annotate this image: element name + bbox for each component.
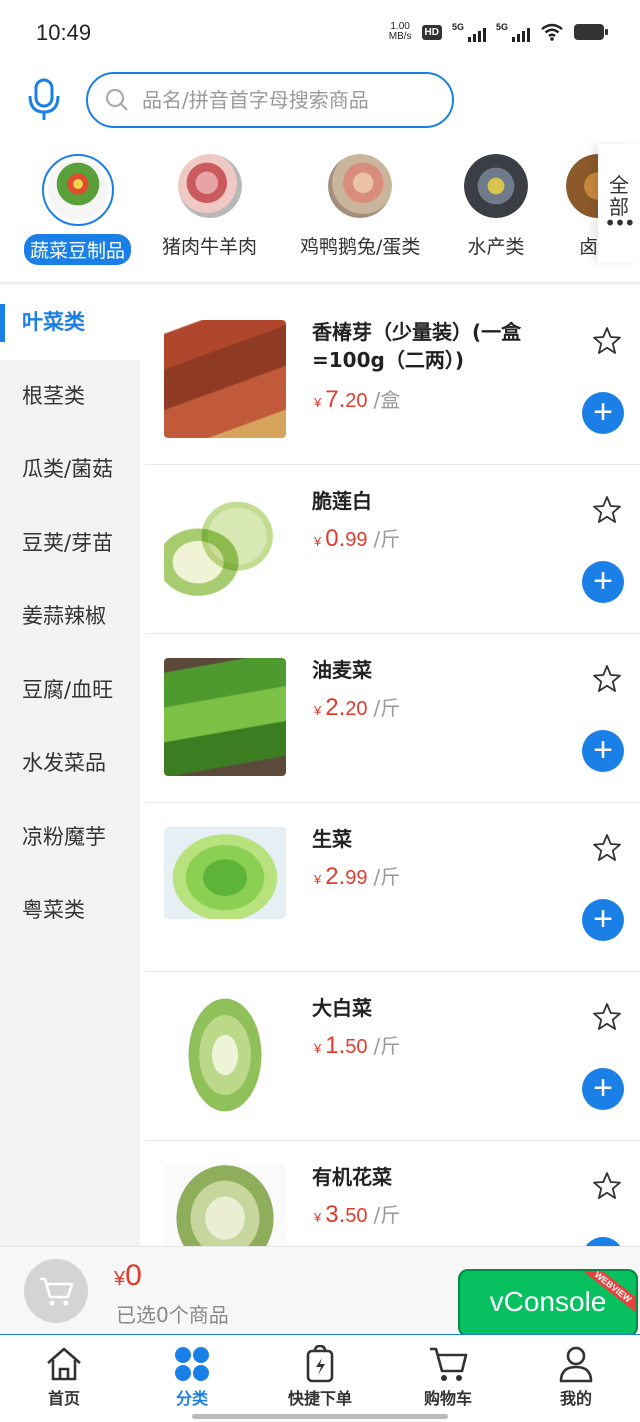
- category-strip: 蔬菜豆制品 猪肉牛羊肉 鸡鸭鹅兔/蛋类 水产类 卤制 全部 •••: [0, 140, 640, 282]
- add-to-cart-button[interactable]: +: [582, 392, 624, 434]
- signal-icon: 5G: [452, 22, 486, 42]
- category-image: [464, 154, 528, 218]
- product-item[interactable]: 大白菜 ¥1.50/斤 +: [146, 972, 640, 1141]
- category-image: [328, 154, 393, 218]
- search-icon: [105, 88, 128, 111]
- network-speed: 1.00 MB/s: [388, 21, 412, 42]
- sidebar-item-ginger-garlic-peppers[interactable]: 姜蒜辣椒: [0, 580, 140, 654]
- category-icon: [175, 1347, 209, 1381]
- hd-badge: HD: [421, 24, 442, 40]
- subcategory-sidebar: 叶菜类 根茎类 瓜类/菌菇 豆荚/芽苗 姜蒜辣椒 豆腐/血旺 水发菜品 凉粉魔芋…: [0, 286, 140, 1246]
- sidebar-item-leafy[interactable]: 叶菜类: [0, 286, 140, 360]
- product-name: 油麦菜: [312, 658, 372, 682]
- add-to-cart-button[interactable]: +: [582, 730, 624, 772]
- product-price: ¥1.50/斤: [314, 1032, 401, 1059]
- product-image: [164, 489, 286, 607]
- tab-home[interactable]: 首页: [0, 1335, 128, 1422]
- favorite-star-icon[interactable]: [592, 495, 622, 525]
- wifi-icon: [541, 23, 563, 41]
- home-indicator: [192, 1414, 448, 1419]
- search-box[interactable]: [86, 72, 454, 128]
- category-poultry-eggs[interactable]: 鸡鸭鹅兔/蛋类: [300, 154, 420, 259]
- favorite-star-icon[interactable]: [592, 326, 622, 356]
- product-name: 大白菜: [312, 996, 372, 1020]
- quick-order-icon: [306, 1345, 334, 1383]
- add-to-cart-button[interactable]: +: [582, 561, 624, 603]
- home-icon: [47, 1347, 81, 1381]
- cart-selected-count: 已选0个商品: [116, 1303, 229, 1327]
- product-item[interactable]: 香椿芽（少量装）(一盒=100g（二两）) ¥7.20/盒 +: [146, 296, 640, 465]
- product-name: 香椿芽（少量装）(一盒=100g（二两）): [312, 320, 522, 372]
- product-item[interactable]: 生菜 ¥2.99/斤 +: [146, 803, 640, 972]
- cart-icon: [430, 1347, 468, 1381]
- product-image: [164, 658, 286, 776]
- cart-summary-bar: ¥0 已选0个商品 vConsole WEBVIEW: [0, 1246, 640, 1337]
- search-row: [0, 64, 640, 140]
- product-image: [164, 996, 286, 1114]
- sidebar-item-soaked[interactable]: 水发菜品: [0, 727, 140, 801]
- sidebar-item-roots[interactable]: 根茎类: [0, 360, 140, 434]
- product-price: ¥0.99/斤: [314, 525, 401, 552]
- all-categories-button[interactable]: 全部 •••: [598, 144, 640, 262]
- signal-icon: 5G: [496, 22, 530, 42]
- add-to-cart-button[interactable]: +: [582, 1237, 624, 1246]
- battery-icon: [574, 24, 608, 40]
- product-image: [164, 1165, 286, 1246]
- cart-total: ¥0: [114, 1259, 142, 1292]
- product-item[interactable]: 油麦菜 ¥2.20/斤 +: [146, 634, 640, 803]
- favorite-star-icon[interactable]: [592, 664, 622, 694]
- product-image: [164, 320, 286, 438]
- sidebar-item-cantonese[interactable]: 粤菜类: [0, 874, 140, 948]
- sidebar-item-melons-mushrooms[interactable]: 瓜类/菌菇: [0, 433, 140, 507]
- favorite-star-icon[interactable]: [592, 1171, 622, 1201]
- category-image: [177, 154, 242, 218]
- product-price: ¥3.50/斤: [314, 1201, 401, 1228]
- tab-quick-order[interactable]: 快捷下单: [256, 1335, 384, 1422]
- product-price: ¥7.20/盒: [314, 386, 401, 413]
- product-item[interactable]: 有机花菜 ¥3.50/斤 +: [146, 1141, 640, 1246]
- search-input[interactable]: [142, 88, 422, 112]
- tab-category[interactable]: 分类: [128, 1335, 256, 1422]
- favorite-star-icon[interactable]: [592, 833, 622, 863]
- product-item[interactable]: 脆莲白 ¥0.99/斤 +: [146, 465, 640, 634]
- sidebar-item-tofu-blood[interactable]: 豆腐/血旺: [0, 654, 140, 728]
- user-icon: [559, 1346, 593, 1383]
- tab-cart[interactable]: 购物车: [384, 1335, 512, 1422]
- product-name: 生菜: [312, 827, 352, 851]
- vconsole-button[interactable]: vConsole WEBVIEW: [458, 1269, 638, 1337]
- category-pork-beef-lamb[interactable]: 猪肉牛羊肉: [162, 154, 257, 259]
- add-to-cart-button[interactable]: +: [582, 899, 624, 941]
- favorite-star-icon[interactable]: [592, 1002, 622, 1032]
- status-time: 10:49: [36, 20, 92, 45]
- microphone-icon: [28, 78, 60, 120]
- product-image: [164, 827, 286, 919]
- product-price: ¥2.20/斤: [314, 694, 401, 721]
- add-to-cart-button[interactable]: +: [582, 1068, 624, 1110]
- product-name: 有机花菜: [312, 1165, 392, 1189]
- status-bar: 10:49 1.00 MB/s HD 5G 5G: [0, 0, 640, 64]
- tab-profile[interactable]: 我的: [512, 1335, 640, 1422]
- sidebar-item-jelly-konjac[interactable]: 凉粉魔芋: [0, 801, 140, 875]
- category-image: [41, 154, 114, 226]
- cart-icon: [40, 1277, 74, 1306]
- cart-button[interactable]: [24, 1259, 88, 1323]
- category-seafood[interactable]: 水产类: [464, 154, 528, 259]
- sidebar-item-beans-sprouts[interactable]: 豆荚/芽苗: [0, 507, 140, 581]
- product-list: 香椿芽（少量装）(一盒=100g（二两）) ¥7.20/盒 + 脆莲白 ¥0.9…: [146, 296, 640, 1246]
- category-vegetables[interactable]: 蔬菜豆制品: [24, 154, 132, 265]
- bottom-tab-bar: 首页 分类 快捷下单 购物车 我的: [0, 1334, 640, 1422]
- status-indicators: 1.00 MB/s HD 5G 5G: [388, 21, 608, 42]
- product-price: ¥2.99/斤: [314, 863, 401, 890]
- microphone-button[interactable]: [24, 74, 64, 126]
- product-name: 脆莲白: [312, 489, 372, 513]
